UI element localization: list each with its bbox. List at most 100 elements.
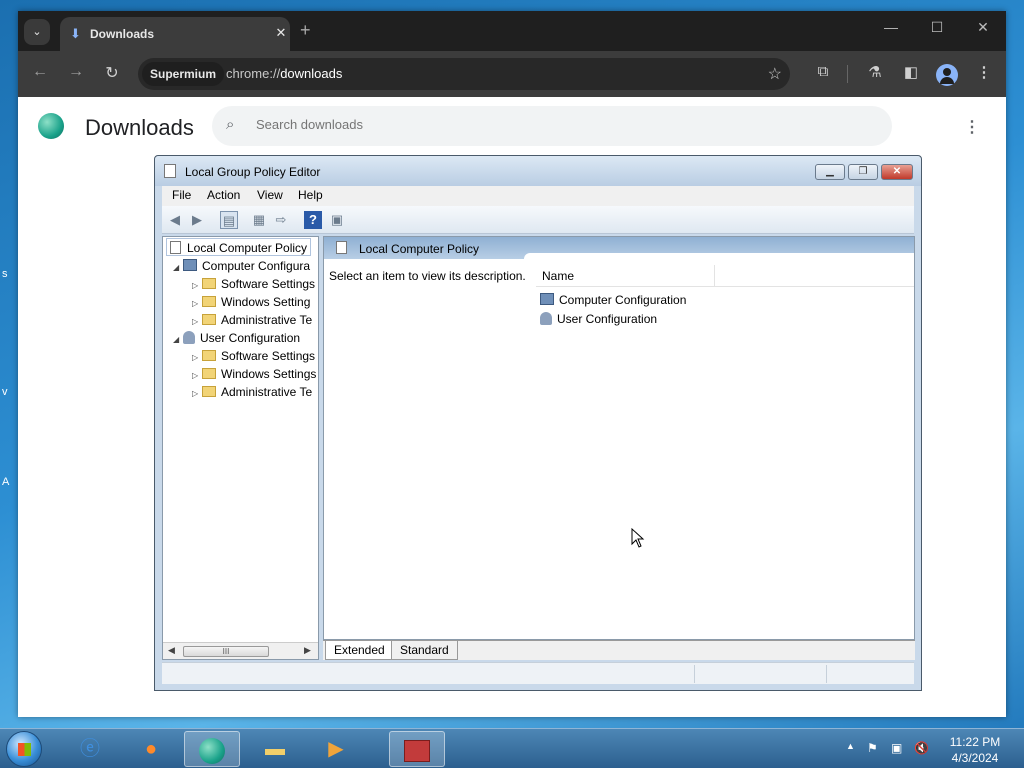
forward-arrow-icon[interactable]: ▶ bbox=[188, 211, 206, 229]
folder-icon bbox=[202, 296, 216, 307]
menu-action[interactable]: Action bbox=[207, 188, 240, 202]
user-icon bbox=[183, 331, 195, 344]
browser-toolbar: ← → ↻ Supermium chrome://downloads ☆ ⧉ ⚗… bbox=[18, 51, 1006, 97]
tab-standard[interactable]: Standard bbox=[391, 641, 458, 660]
profile-chip[interactable]: Supermium bbox=[142, 62, 225, 86]
close-button[interactable]: ✕ bbox=[968, 19, 998, 36]
action-pane-icon[interactable]: ▣ bbox=[328, 211, 346, 229]
list-item[interactable]: Computer Configuration bbox=[540, 293, 686, 307]
computer-icon bbox=[183, 259, 197, 271]
expand-icon[interactable]: ▷ bbox=[192, 385, 202, 403]
tree-item[interactable]: ▷ Administrative Te bbox=[192, 311, 312, 329]
extensions-icon[interactable]: ⧉ bbox=[812, 63, 834, 80]
address-bar[interactable]: Supermium chrome://downloads ☆ bbox=[138, 58, 790, 90]
tree-computer-configuration[interactable]: ◢ Computer Configura bbox=[173, 257, 310, 275]
tree-item[interactable]: ▷ Software Settings bbox=[192, 275, 315, 293]
start-button[interactable] bbox=[6, 731, 42, 767]
supermium-icon[interactable] bbox=[184, 731, 240, 767]
scroll-thumb[interactable]: III bbox=[183, 646, 269, 657]
tree-item[interactable]: ▷ Windows Settings bbox=[192, 365, 316, 383]
toolbar-divider bbox=[847, 65, 848, 83]
close-button[interactable]: ✕ bbox=[881, 164, 913, 180]
show-hidden-icons-icon[interactable]: ▲ bbox=[846, 741, 855, 751]
clock-date: 4/3/2024 bbox=[951, 751, 999, 765]
status-bar bbox=[162, 662, 914, 684]
restore-button[interactable]: ❐ bbox=[848, 164, 878, 180]
tree-item[interactable]: ▷ Administrative Te bbox=[192, 383, 312, 401]
side-panel-icon[interactable]: ◧ bbox=[900, 63, 922, 81]
profile-avatar-icon[interactable] bbox=[936, 64, 958, 86]
new-tab-button[interactable]: + bbox=[300, 20, 311, 41]
search-box[interactable]: ⌕ bbox=[212, 106, 892, 146]
properties-icon[interactable]: ▦ bbox=[250, 211, 268, 229]
media-player-icon[interactable]: ▶ bbox=[308, 731, 364, 767]
minimize-button[interactable]: — bbox=[876, 19, 906, 35]
scroll-right-icon[interactable]: ▶ bbox=[304, 645, 311, 656]
help-icon[interactable]: ? bbox=[304, 211, 322, 229]
status-divider bbox=[826, 665, 827, 683]
search-icon: ⌕ bbox=[226, 116, 235, 133]
taskbar: ⓔ ● ▬ ▶ ▲ ⚑ ▣ 🔇 11:22 PM 4/3/2024 bbox=[0, 728, 1024, 768]
tree-label: Computer Configura bbox=[202, 259, 311, 273]
folder-icon bbox=[202, 386, 216, 397]
tab-close-button[interactable]: ✕ bbox=[272, 24, 290, 42]
status-divider bbox=[694, 665, 695, 683]
desktop-fragment: s bbox=[2, 268, 8, 280]
tree-root[interactable]: Local Computer Policy bbox=[166, 238, 312, 256]
scroll-left-icon[interactable]: ◀ bbox=[168, 645, 175, 656]
show-hide-tree-icon[interactable]: ▤ bbox=[220, 211, 238, 229]
volume-muted-icon[interactable]: 🔇 bbox=[914, 741, 929, 755]
menu-file[interactable]: File bbox=[172, 188, 191, 202]
collapse-icon[interactable]: ◢ bbox=[173, 259, 183, 277]
export-list-icon[interactable]: ⇨ bbox=[272, 211, 290, 229]
column-divider[interactable] bbox=[714, 265, 715, 287]
collapse-icon[interactable]: ◢ bbox=[173, 331, 183, 349]
menu-bar: File Action View Help bbox=[162, 186, 914, 206]
tree-item[interactable]: ▷ Windows Setting bbox=[192, 293, 310, 311]
policy-document-icon bbox=[164, 164, 176, 178]
bookmark-star-icon[interactable]: ☆ bbox=[768, 64, 782, 84]
window-title: Local Group Policy Editor bbox=[185, 165, 321, 179]
url-host: downloads bbox=[280, 66, 343, 81]
title-bar[interactable]: Local Group Policy Editor ▁ ❐ ✕ bbox=[155, 156, 921, 186]
user-icon bbox=[540, 312, 552, 325]
maximize-button[interactable]: ☐ bbox=[922, 19, 952, 36]
menu-view[interactable]: View bbox=[257, 188, 283, 202]
tab-title: Downloads bbox=[90, 27, 155, 41]
tab-search-button[interactable]: ⌄ bbox=[24, 19, 50, 45]
tree-item[interactable]: ▷ Software Settings bbox=[192, 347, 315, 365]
list-item-label: User Configuration bbox=[557, 312, 658, 326]
reload-icon[interactable]: ↻ bbox=[100, 63, 124, 83]
file-explorer-icon[interactable]: ▬ bbox=[247, 731, 303, 767]
group-policy-editor-icon[interactable] bbox=[389, 731, 445, 767]
list-item[interactable]: User Configuration bbox=[540, 312, 657, 326]
network-icon[interactable]: ▣ bbox=[891, 741, 902, 755]
computer-icon bbox=[540, 293, 554, 305]
browser-menu-icon[interactable]: ⋮ bbox=[973, 63, 995, 81]
more-options-icon[interactable]: ⋮ bbox=[964, 117, 980, 137]
menu-help[interactable]: Help bbox=[298, 188, 323, 202]
tree-label: Local Computer Policy bbox=[187, 241, 308, 255]
minimize-button[interactable]: ▁ bbox=[815, 164, 845, 180]
description-text: Select an item to view its description. bbox=[329, 269, 526, 283]
search-input[interactable] bbox=[256, 117, 856, 132]
horizontal-scrollbar[interactable]: ◀ III ▶ bbox=[163, 642, 318, 659]
forward-arrow-icon[interactable]: → bbox=[64, 63, 88, 81]
back-arrow-icon[interactable]: ← bbox=[28, 63, 52, 81]
clock-time: 11:22 PM bbox=[949, 735, 1001, 749]
list-item-label: Computer Configuration bbox=[559, 293, 687, 307]
firefox-icon[interactable]: ● bbox=[123, 731, 179, 767]
tree-label: Windows Settings bbox=[221, 367, 317, 381]
folder-icon bbox=[202, 278, 216, 289]
back-arrow-icon[interactable]: ◀ bbox=[166, 211, 184, 229]
clock[interactable]: 11:22 PM 4/3/2024 bbox=[940, 734, 1010, 766]
internet-explorer-icon[interactable]: ⓔ bbox=[62, 731, 118, 767]
labs-flask-icon[interactable]: ⚗ bbox=[864, 63, 886, 81]
action-center-flag-icon[interactable]: ⚑ bbox=[867, 741, 878, 755]
gpe-toolbar: ◀ ▶ ▤ ▦ ⇨ ? ▣ bbox=[162, 206, 914, 234]
tab-extended[interactable]: Extended bbox=[325, 641, 394, 660]
column-name-header[interactable]: Name bbox=[542, 269, 574, 283]
tab-downloads[interactable]: ⬇ Downloads ✕ bbox=[60, 17, 290, 51]
tree-label: Windows Setting bbox=[221, 295, 311, 309]
tree-user-configuration[interactable]: ◢ User Configuration bbox=[173, 329, 300, 347]
